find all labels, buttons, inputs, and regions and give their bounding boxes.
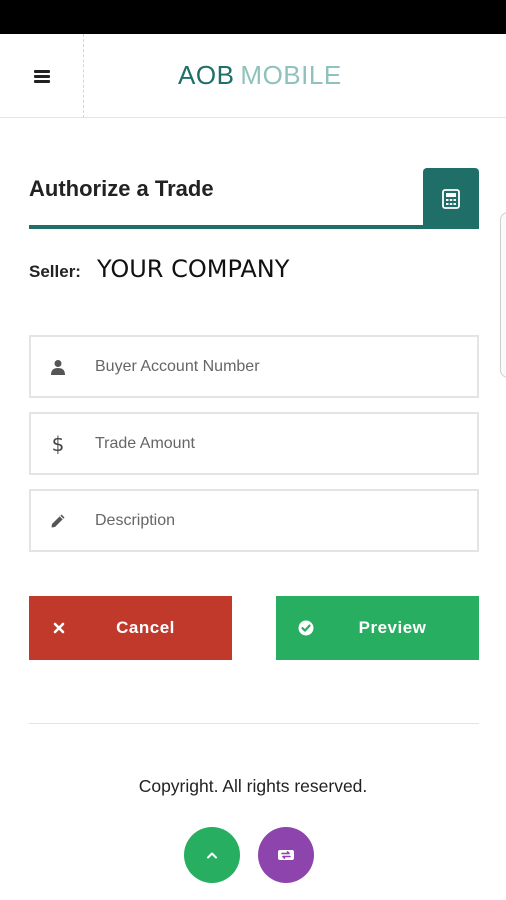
buyer-account-field[interactable] bbox=[29, 335, 479, 398]
calculator-button[interactable] bbox=[423, 168, 479, 229]
seller-row: Seller: YOUR COMPANY bbox=[29, 255, 289, 285]
buyer-account-input[interactable] bbox=[95, 357, 455, 376]
preview-button[interactable]: Preview bbox=[276, 596, 479, 660]
seller-value: YOUR COMPANY bbox=[96, 255, 290, 283]
dollar-icon: $ bbox=[51, 431, 65, 456]
description-field[interactable] bbox=[29, 489, 479, 552]
swap-button[interactable] bbox=[258, 827, 314, 883]
menu-button[interactable] bbox=[0, 34, 84, 118]
title-underline bbox=[29, 225, 479, 229]
side-drawer-handle[interactable] bbox=[500, 212, 506, 378]
scroll-to-top-button[interactable] bbox=[184, 827, 240, 883]
pencil-icon bbox=[31, 513, 85, 529]
footer-divider bbox=[29, 723, 479, 724]
swap-icon bbox=[278, 850, 294, 860]
trade-amount-field[interactable]: $ bbox=[29, 412, 479, 475]
cancel-button[interactable]: Cancel bbox=[29, 596, 232, 660]
chevron-up-icon bbox=[207, 852, 217, 859]
trade-amount-input[interactable] bbox=[95, 434, 455, 453]
brand-secondary: MOBILE bbox=[240, 60, 342, 90]
check-circle-icon bbox=[296, 618, 316, 638]
copyright-text: Copyright. All rights reserved. bbox=[138, 776, 368, 796]
seller-label: Seller: bbox=[29, 262, 81, 281]
panel-header: Authorize a Trade bbox=[29, 168, 479, 229]
app-header: AOB MOBILE bbox=[0, 34, 506, 118]
brand-primary: AOB bbox=[178, 60, 235, 90]
brand-logo: AOB MOBILE bbox=[178, 60, 342, 91]
hamburger-menu-icon bbox=[33, 69, 50, 83]
status-bar bbox=[0, 0, 506, 34]
close-icon bbox=[49, 618, 69, 638]
page-title: Authorize a Trade bbox=[29, 176, 214, 201]
description-input[interactable] bbox=[95, 511, 455, 530]
user-icon bbox=[31, 359, 85, 375]
calculator-icon bbox=[442, 188, 460, 209]
